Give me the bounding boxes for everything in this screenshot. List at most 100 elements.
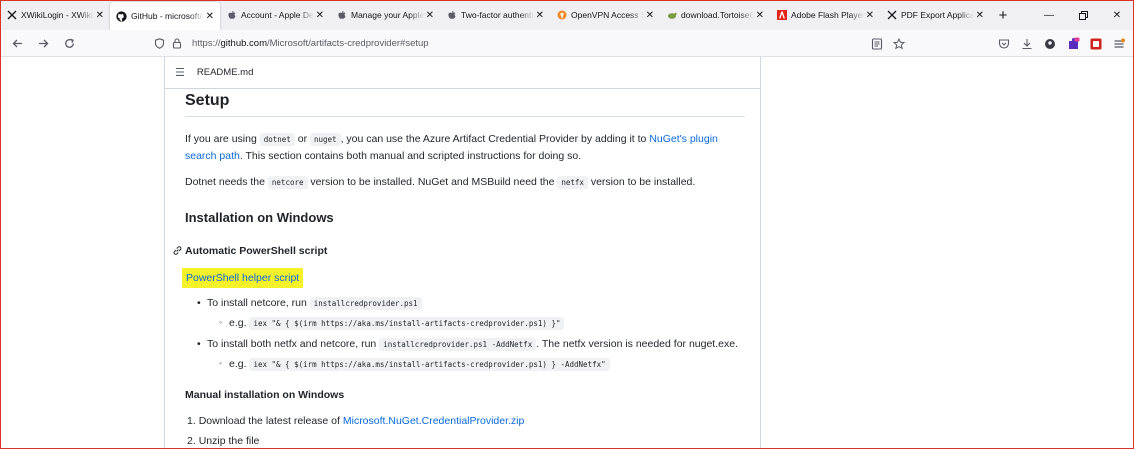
tortoise-icon: [666, 10, 677, 21]
x-icon: [886, 10, 897, 21]
tab-close-icon[interactable]: ✕: [426, 10, 434, 21]
tab-close-icon[interactable]: ✕: [976, 10, 984, 21]
text: version to be installed. NuGet and MSBui…: [307, 176, 558, 188]
list-item: To install both netfx and netcore, run i…: [197, 336, 745, 373]
sub-list: e.g. iex "& { $(irm https://aka.ms/insta…: [207, 355, 745, 373]
list-item: e.g. iex "& { $(irm https://aka.ms/insta…: [219, 355, 745, 373]
reader-view-icon[interactable]: [870, 37, 884, 51]
list-icon[interactable]: ☰: [175, 66, 185, 79]
list-item: 1. Download the latest release of Micros…: [187, 413, 745, 429]
tab-title: PDF Export Applicatio: [901, 10, 974, 20]
reload-button[interactable]: [56, 32, 82, 54]
tab-openvpn[interactable]: OpenVPN Access Serv ✕: [550, 0, 660, 30]
pocket-icon[interactable]: [997, 37, 1011, 51]
tab-title: Two-factor authentica: [461, 10, 534, 20]
code-installcredprovider-addnetfx: installcredprovider.ps1 -AddNetfx: [379, 338, 537, 351]
text: . This section contains both manual and …: [239, 150, 582, 162]
window-controls: — ✕: [1032, 0, 1134, 30]
powershell-helper-script-link[interactable]: PowerShell helper script: [182, 268, 304, 288]
tab-close-icon[interactable]: ✕: [646, 10, 654, 21]
code-installcredprovider: installcredprovider.ps1: [309, 297, 422, 310]
readme-panel: ☰ README.md Setup If you are using dotne…: [164, 57, 761, 449]
tab-close-icon[interactable]: ✕: [96, 10, 104, 21]
code-netfx: netfx: [557, 176, 588, 189]
extension-icon[interactable]: [1066, 37, 1080, 51]
tab-close-icon[interactable]: ✕: [206, 11, 214, 22]
automatic-powershell-heading: Automatic PowerShell script: [173, 243, 745, 259]
github-icon: [116, 10, 127, 22]
restore-icon[interactable]: [1066, 0, 1100, 30]
tab-github[interactable]: GitHub - microsoft/a ✕: [110, 2, 220, 30]
bookmark-star-icon[interactable]: [892, 37, 906, 51]
tab-xwiki-login[interactable]: XWikiLogin - XWiki ✕: [0, 0, 110, 30]
arrow-left-icon: [12, 39, 22, 47]
url-scheme: https://: [192, 38, 221, 49]
url-path: /Microsoft/artifacts-credprovider#setup: [267, 38, 429, 49]
page-content: ☰ README.md Setup If you are using dotne…: [0, 57, 1134, 449]
url-text: https://github.com/Microsoft/artifacts-c…: [192, 38, 429, 49]
setup-heading: Setup: [185, 91, 745, 117]
tab-manage-apple-id[interactable]: Manage your Apple ID ✕: [330, 0, 440, 30]
text: or: [294, 133, 310, 145]
ublock-icon[interactable]: [1089, 37, 1103, 51]
x-icon: [6, 10, 17, 21]
link-anchor-icon[interactable]: [172, 245, 183, 256]
lock-icon[interactable]: [168, 38, 186, 49]
shield-icon[interactable]: [150, 38, 168, 49]
text: Unzip the file: [198, 435, 260, 447]
tab-title: OpenVPN Access Serv: [571, 10, 644, 20]
credential-provider-zip-link[interactable]: Microsoft.NuGet.CredentialProvider.zip: [343, 415, 525, 427]
toolbar-right: [997, 33, 1126, 54]
tab-close-icon[interactable]: ✕: [866, 10, 874, 21]
manual-steps-list: 1. Download the latest release of Micros…: [185, 413, 745, 449]
text: If you are using: [185, 133, 260, 145]
tab-close-icon[interactable]: ✕: [536, 10, 544, 21]
list-item: To install netcore, run installcredprovi…: [197, 295, 745, 332]
code-dotnet: dotnet: [259, 133, 295, 146]
text: . The netfx version is needed for nuget.…: [536, 338, 738, 350]
tab-strip: XWikiLogin - XWiki ✕ GitHub - microsoft/…: [0, 0, 1134, 30]
installation-windows-heading: Installation on Windows: [185, 210, 334, 225]
list-item: e.g. iex "& { $(irm https://aka.ms/insta…: [219, 314, 745, 332]
text: To install both netfx and netcore, run: [207, 338, 380, 350]
text: e.g.: [229, 317, 250, 329]
manual-installation-heading: Manual installation on Windows: [185, 389, 345, 401]
tab-title: Account - Apple Dev: [241, 10, 314, 20]
new-tab-button[interactable]: +: [990, 0, 1016, 30]
tab-title: Manage your Apple ID: [351, 10, 424, 20]
tab-apple-account[interactable]: Account - Apple Dev ✕: [220, 0, 330, 30]
step-number: 1.: [187, 415, 199, 427]
navigation-bar: https://github.com/Microsoft/artifacts-c…: [0, 30, 1134, 57]
readme-filename: README.md: [196, 67, 254, 78]
list-item: 2. Unzip the file: [187, 433, 745, 449]
close-window-icon[interactable]: ✕: [1100, 0, 1134, 30]
url-bar[interactable]: https://github.com/Microsoft/artifacts-c…: [150, 33, 920, 54]
code-netcore: netcore: [267, 176, 308, 189]
setup-paragraph-1: If you are using dotnet or nuget, you ca…: [185, 131, 745, 164]
forward-button[interactable]: [30, 32, 56, 54]
setup-paragraph-2: Dotnet needs the netcore version to be i…: [185, 174, 745, 191]
code-iex-addnetfx: iex "& { $(irm https://aka.ms/install-ar…: [249, 358, 610, 371]
tab-title: download.TortoiseGit: [681, 10, 754, 20]
tab-tortoisegit[interactable]: download.TortoiseGit ✕: [660, 0, 770, 30]
apple-icon: [336, 10, 347, 21]
tab-title: GitHub - microsoft/a: [131, 11, 204, 21]
apple-icon: [446, 10, 457, 21]
adobe-icon: [776, 10, 787, 21]
menu-icon[interactable]: [1112, 37, 1126, 51]
tab-adobe-flash[interactable]: Adobe Flash Player E ✕: [770, 0, 880, 30]
heading-text: Automatic PowerShell script: [185, 245, 328, 257]
tab-pdf-export[interactable]: PDF Export Applicatio ✕: [880, 0, 990, 30]
account-icon[interactable]: [1043, 37, 1057, 51]
tab-close-icon[interactable]: ✕: [316, 10, 324, 21]
download-icon[interactable]: [1020, 37, 1034, 51]
text: To install netcore, run: [207, 297, 310, 309]
minimize-icon[interactable]: —: [1032, 0, 1066, 30]
tab-two-factor[interactable]: Two-factor authentica ✕: [440, 0, 550, 30]
tab-close-icon[interactable]: ✕: [756, 10, 764, 21]
sub-list: e.g. iex "& { $(irm https://aka.ms/insta…: [207, 314, 745, 332]
back-button[interactable]: [4, 32, 30, 54]
text: e.g.: [229, 358, 250, 370]
url-host: github.com: [220, 38, 267, 49]
step-number: 2.: [187, 435, 199, 447]
